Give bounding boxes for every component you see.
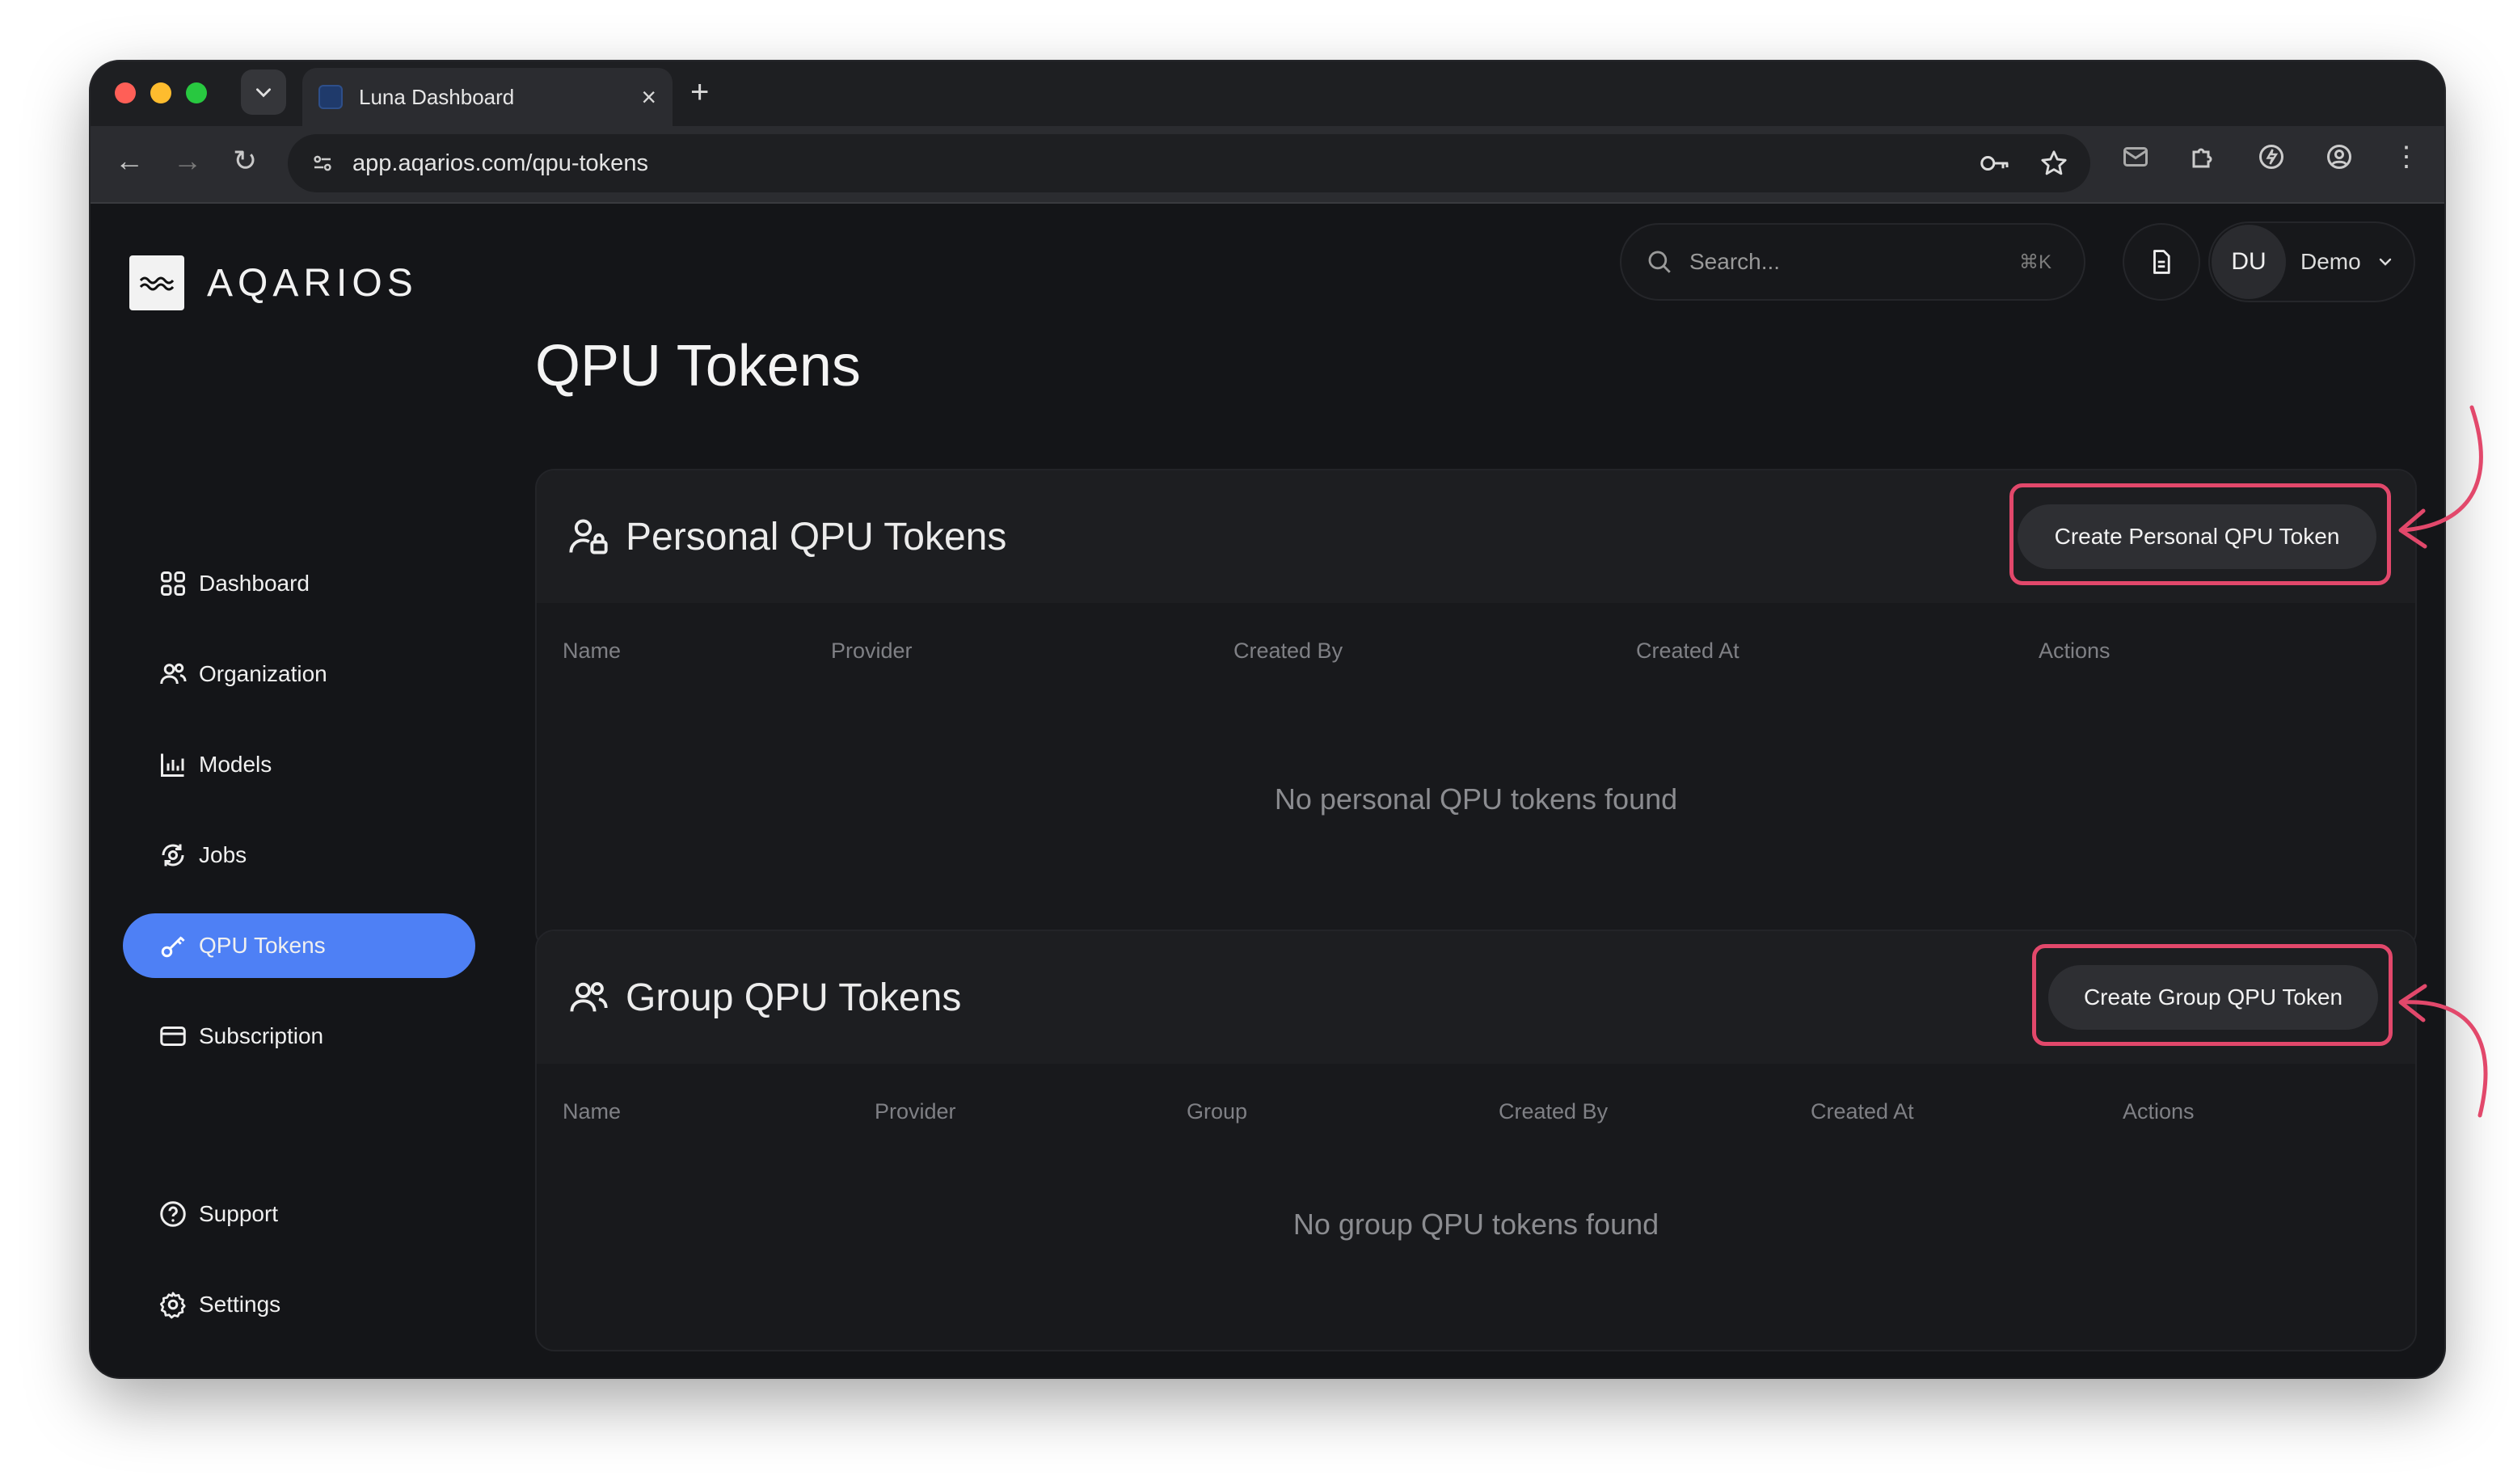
column-header: Group [1187, 1099, 1248, 1124]
column-header: Actions [2039, 639, 2111, 663]
card-title: Group QPU Tokens [626, 976, 962, 1019]
bolt-extension-icon[interactable] [2257, 142, 2286, 171]
brand-name: AQARIOS [207, 261, 418, 305]
search-placeholder: Search... [1689, 249, 1781, 274]
highlight-box-personal [2009, 483, 2391, 585]
help-icon [160, 1201, 186, 1227]
column-header: Provider [875, 1099, 956, 1124]
tab-strip: Luna Dashboard × + [91, 61, 2444, 126]
highlight-box-group [2032, 944, 2393, 1046]
column-header: Created By [1233, 639, 1343, 663]
back-icon[interactable]: ← [115, 144, 144, 178]
sidebar-item-label: Settings [199, 1292, 281, 1317]
column-header: Name [563, 1099, 622, 1124]
tab-title: Luna Dashboard [359, 84, 515, 109]
avatar: DU [2212, 225, 2286, 299]
maximize-window-button[interactable] [186, 82, 207, 103]
search-input[interactable]: Search... ⌘K [1620, 223, 2085, 301]
forward-icon[interactable]: → [173, 144, 202, 178]
chart-icon [161, 753, 184, 777]
sidebar-item-subscription[interactable]: Subscription [123, 1004, 475, 1069]
column-header: Created At [1636, 639, 1739, 663]
close-window-button[interactable] [115, 82, 136, 103]
grid-icon [161, 571, 185, 596]
close-tab-icon[interactable]: × [641, 82, 656, 112]
sidebar-item-label: Dashboard [199, 571, 310, 596]
sidebar-item-label: Jobs [199, 842, 247, 867]
column-header: Created By [1499, 1099, 1609, 1124]
user-lock-icon [569, 519, 608, 554]
bookmark-star-icon[interactable] [2040, 150, 2068, 177]
sidebar-item-label: Organization [199, 661, 327, 686]
users-icon [570, 982, 608, 1012]
sidebar-item-organization[interactable]: Organization [123, 642, 475, 706]
docs-button[interactable] [2123, 223, 2200, 301]
new-tab-button[interactable]: + [690, 74, 709, 111]
site-settings-icon[interactable] [310, 151, 335, 175]
annotation-arrows [2398, 405, 2488, 1118]
tab-search-button[interactable] [241, 70, 286, 115]
chevron-down-icon [256, 88, 271, 98]
card-title: Personal QPU Tokens [626, 515, 1007, 559]
empty-state: No personal QPU tokens found [1274, 782, 1678, 816]
sidebar-item-models[interactable]: Models [123, 732, 475, 797]
key-icon [161, 936, 185, 958]
browser-toolbar: ← → ↻ app.aqarios.com/qpu-tokens ⋮ [91, 126, 2444, 204]
column-header: Name [563, 639, 622, 663]
column-header: Actions [2123, 1099, 2195, 1124]
empty-state: No group QPU tokens found [1292, 1208, 1659, 1241]
chevron-down-icon [2379, 258, 2391, 266]
sidebar-item-label: Models [199, 752, 272, 777]
page-title: QPU Tokens [535, 334, 861, 398]
profile-icon[interactable] [2325, 142, 2354, 171]
address-bar[interactable]: app.aqarios.com/qpu-tokens [288, 134, 2090, 192]
minimize-window-button[interactable] [150, 82, 171, 103]
search-shortcut: ⌘K [2018, 251, 2051, 273]
sidebar-item-label: Subscription [199, 1023, 324, 1048]
browser-menu-icon[interactable]: ⋮ [2393, 142, 2420, 171]
browser-tab[interactable]: Luna Dashboard × [302, 68, 673, 126]
wave-logo-icon [129, 255, 184, 310]
group-tokens-table: Name Provider Group Created By Created A… [537, 1064, 2415, 1350]
search-icon [1648, 251, 1671, 273]
card-icon [160, 1027, 186, 1046]
document-icon [2153, 250, 2170, 274]
users-icon [160, 663, 187, 685]
favicon-icon [318, 85, 343, 109]
url-text: app.aqarios.com/qpu-tokens [352, 150, 648, 176]
sidebar-item-label: Support [199, 1201, 279, 1226]
user-menu[interactable]: DU Demo [2208, 221, 2415, 302]
browser-window: Luna Dashboard × + ← → ↻ app.aqarios.com… [91, 61, 2444, 1377]
extension-icons: ⋮ [2121, 142, 2420, 171]
sidebar-item-settings[interactable]: Settings [123, 1272, 475, 1337]
personal-tokens-table: Name Provider Created By Created At Acti… [537, 603, 2415, 949]
sidebar-item-dashboard[interactable]: Dashboard [123, 551, 475, 616]
sidebar-item-jobs[interactable]: Jobs [123, 823, 475, 887]
user-name: Demo [2300, 249, 2361, 274]
cycle-icon [162, 844, 184, 866]
column-header: Created At [1811, 1099, 1914, 1124]
gear-icon [159, 1292, 186, 1319]
password-key-icon[interactable] [1979, 151, 2011, 175]
sidebar-item-label: QPU Tokens [199, 933, 326, 958]
mail-extension-icon[interactable] [2121, 142, 2150, 171]
column-header: Provider [831, 639, 913, 663]
brand-logo[interactable]: AQARIOS [129, 255, 418, 310]
reload-icon[interactable]: ↻ [233, 144, 257, 178]
sidebar-item-qpu-tokens[interactable]: QPU Tokens [123, 913, 475, 978]
sidebar-item-support[interactable]: Support [123, 1182, 475, 1246]
puzzle-extension-icon[interactable] [2189, 142, 2218, 171]
